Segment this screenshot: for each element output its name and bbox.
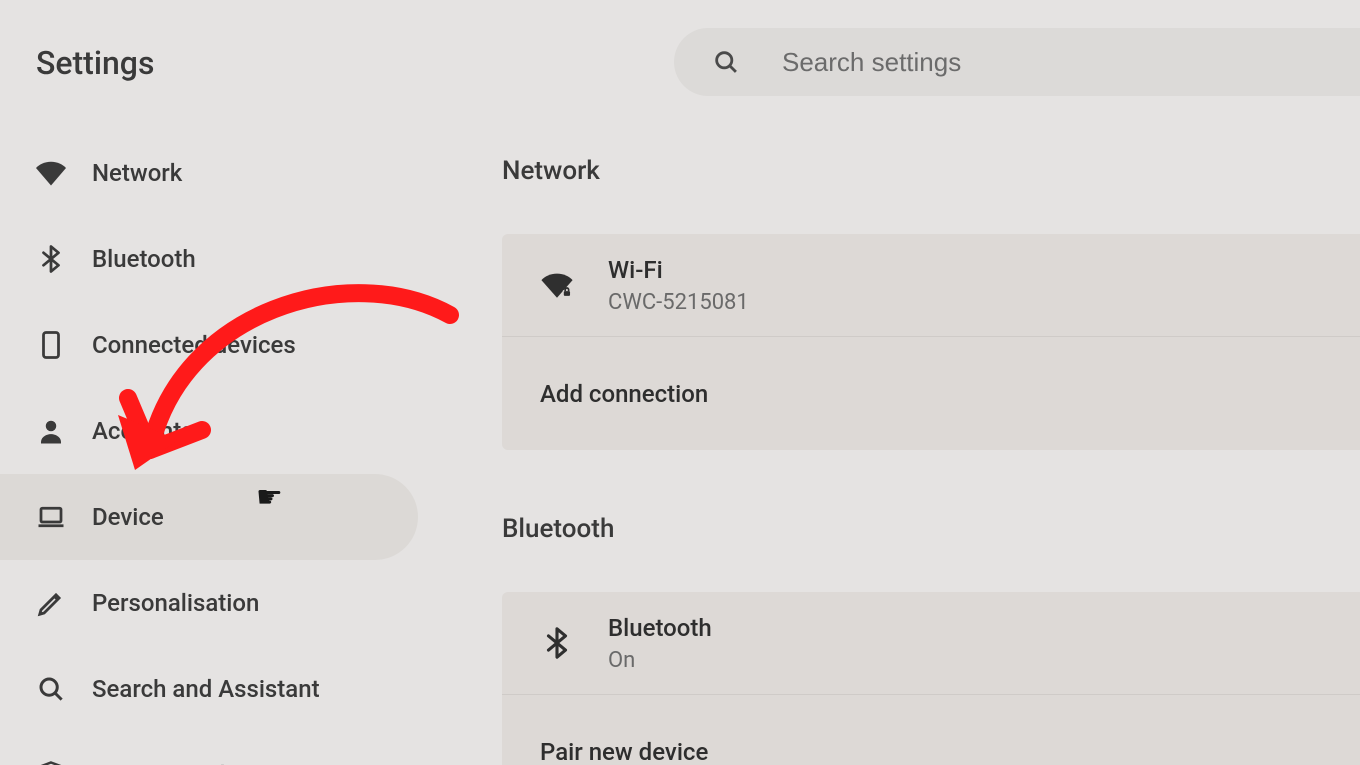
settings-content: Network Wi-Fi CWC-5215081 Add connection… — [502, 156, 1360, 765]
add-connection-label: Add connection — [540, 380, 708, 408]
sidebar-item-connected-devices[interactable]: Connected devices — [0, 302, 430, 388]
wifi-lock-icon — [540, 268, 574, 302]
sidebar-item-label: Search and Assistant — [92, 675, 320, 703]
search-icon — [36, 674, 66, 704]
pair-new-device-label: Pair new device — [540, 738, 708, 765]
search-input[interactable] — [782, 47, 1360, 78]
pencil-icon — [36, 588, 66, 618]
add-connection-row[interactable]: Add connection — [502, 336, 1360, 450]
bluetooth-label: Bluetooth — [608, 614, 712, 642]
bluetooth-row[interactable]: Bluetooth On — [502, 592, 1360, 694]
sidebar-item-network[interactable]: Network — [0, 130, 430, 216]
sidebar-item-label: Personalisation — [92, 589, 259, 617]
sidebar-item-accounts[interactable]: Accounts — [0, 388, 430, 474]
sidebar-item-personalisation[interactable]: Personalisation — [0, 560, 430, 646]
search-icon — [712, 48, 740, 76]
sidebar-item-device[interactable]: Device — [0, 474, 418, 560]
section-title-bluetooth: Bluetooth — [502, 514, 1360, 544]
sidebar-item-label: Network — [92, 159, 182, 187]
bluetooth-icon — [540, 626, 574, 660]
person-icon — [36, 416, 66, 446]
bluetooth-card: Bluetooth On Pair new device — [502, 592, 1360, 765]
sidebar-item-label: Device — [92, 503, 164, 531]
settings-sidebar: Network Bluetooth Connected devices Acco… — [0, 130, 430, 765]
sidebar-item-label: Accounts — [92, 417, 194, 445]
page-title: Settings — [36, 44, 154, 82]
wifi-network-name: CWC-5215081 — [608, 290, 749, 315]
wifi-icon — [36, 158, 66, 188]
section-network: Network Wi-Fi CWC-5215081 Add connection — [502, 156, 1360, 450]
sidebar-item-security-privacy[interactable]: Security and privacy — [0, 732, 430, 765]
section-title-network: Network — [502, 156, 1360, 186]
sidebar-item-label: Bluetooth — [92, 245, 196, 273]
sidebar-item-bluetooth[interactable]: Bluetooth — [0, 216, 430, 302]
pair-new-device-row[interactable]: Pair new device — [502, 694, 1360, 765]
section-bluetooth: Bluetooth Bluetooth On Pair new device — [502, 514, 1360, 765]
network-card: Wi-Fi CWC-5215081 Add connection — [502, 234, 1360, 450]
device-rect-icon — [36, 330, 66, 360]
wifi-row[interactable]: Wi-Fi CWC-5215081 — [502, 234, 1360, 336]
laptop-icon — [36, 502, 66, 532]
shield-lock-icon — [36, 760, 66, 765]
wifi-label: Wi-Fi — [608, 256, 749, 284]
sidebar-item-label: Connected devices — [92, 331, 296, 359]
search-bar[interactable] — [674, 28, 1360, 96]
sidebar-item-label: Security and privacy — [92, 761, 308, 765]
bluetooth-icon — [36, 244, 66, 274]
bluetooth-status: On — [608, 648, 712, 673]
sidebar-item-search-assistant[interactable]: Search and Assistant — [0, 646, 430, 732]
